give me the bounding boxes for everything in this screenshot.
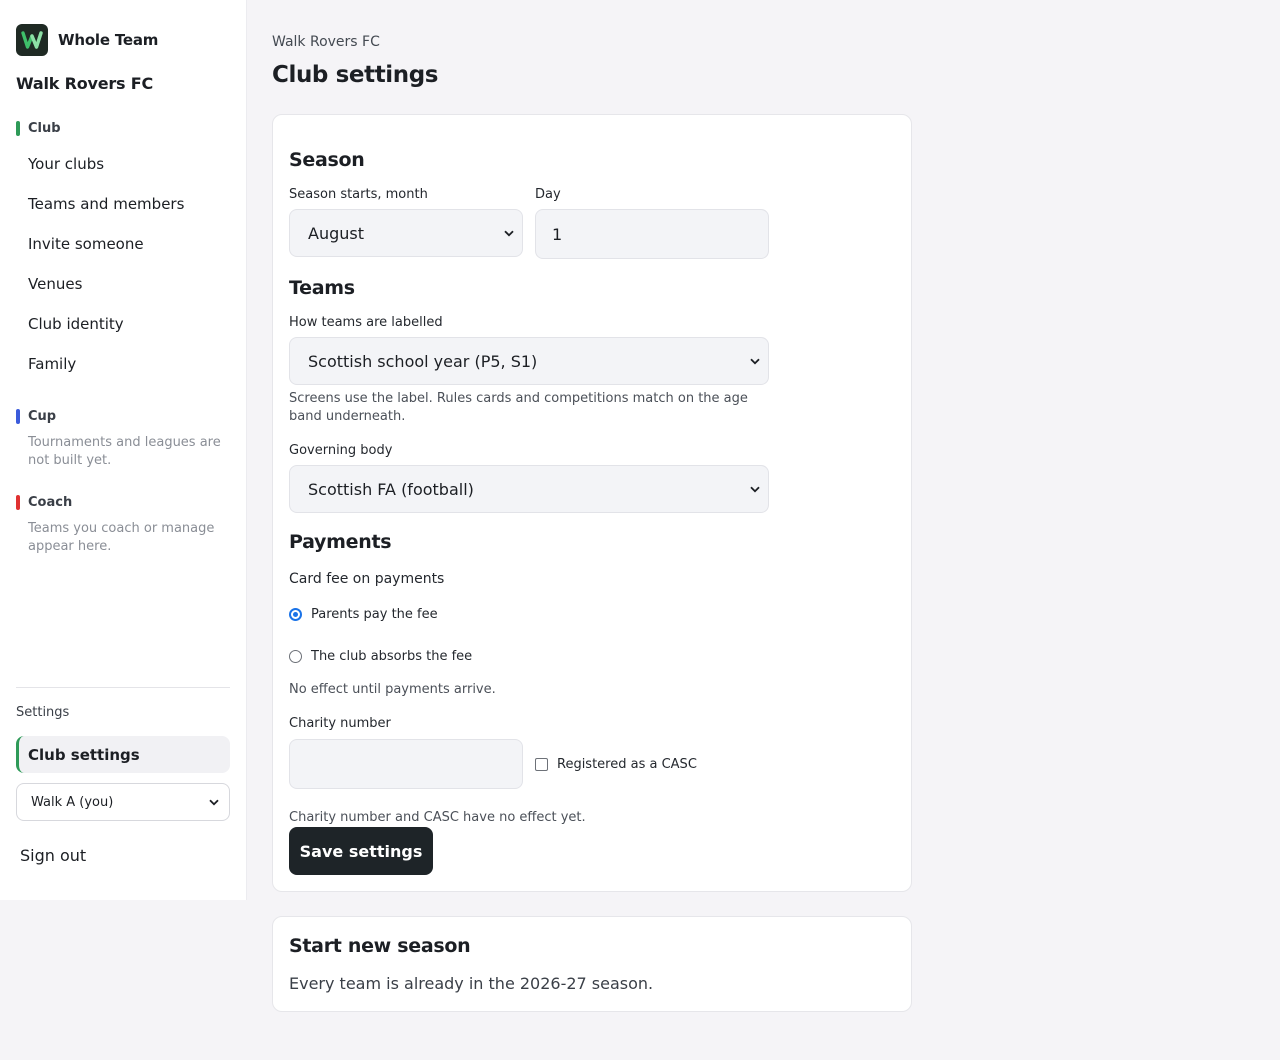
- breadcrumb[interactable]: Walk Rovers FC: [272, 34, 380, 50]
- chevron-down-icon: [750, 486, 760, 492]
- season-day-label: Day: [535, 187, 561, 202]
- page-title: Club settings: [272, 62, 439, 88]
- payments-heading: Payments: [289, 531, 392, 553]
- team-labelling-help: Screens use the label. Rules cards and c…: [289, 391, 748, 424]
- charity-number-label: Charity number: [289, 716, 391, 731]
- chevron-down-icon: [209, 799, 219, 805]
- casc-checkbox[interactable]: Registered as a CASC: [535, 757, 697, 772]
- sidebar-item-teams-and-members[interactable]: Teams and members: [28, 195, 184, 213]
- season-month-label: Season starts, month: [289, 187, 428, 202]
- radio-parents-pay-label: Parents pay the fee: [311, 607, 438, 622]
- season-heading: Season: [289, 149, 365, 171]
- sidebar-item-venues[interactable]: Venues: [28, 275, 82, 293]
- governing-body-label: Governing body: [289, 443, 393, 458]
- new-season-text: Every team is already in the 2026-27 sea…: [289, 974, 654, 993]
- teams-heading: Teams: [289, 277, 355, 299]
- chevron-down-icon: [504, 230, 514, 236]
- card-fee-label: Card fee on payments: [289, 571, 445, 587]
- chevron-down-icon: [750, 358, 760, 364]
- radio-selected-icon: [289, 608, 302, 621]
- user-select[interactable]: Walk A (you): [16, 783, 230, 821]
- charity-number-input[interactable]: [289, 739, 523, 789]
- section-cup-heading: Cup: [16, 409, 56, 424]
- charity-help: Charity number and CASC have no effect y…: [289, 810, 586, 825]
- radio-club-absorbs[interactable]: The club absorbs the fee: [289, 649, 472, 664]
- section-coach-heading: Coach: [16, 495, 72, 510]
- governing-body-select[interactable]: Scottish FA (football): [289, 465, 769, 513]
- season-day-input[interactable]: 1: [535, 209, 769, 259]
- governing-body-value: Scottish FA (football): [308, 479, 474, 499]
- club-name: Walk Rovers FC: [16, 74, 154, 93]
- payments-help: No effect until payments arrive.: [289, 682, 496, 697]
- team-labelling-label: How teams are labelled: [289, 315, 443, 330]
- team-labelling-select[interactable]: Scottish school year (P5, S1): [289, 337, 769, 385]
- radio-parents-pay[interactable]: Parents pay the fee: [289, 607, 438, 622]
- new-season-heading: Start new season: [289, 935, 471, 957]
- user-select-value: Walk A (you): [31, 794, 114, 810]
- brand[interactable]: Whole Team: [16, 24, 158, 56]
- sidebar-item-invite-someone[interactable]: Invite someone: [28, 235, 144, 253]
- whole-team-logo-icon: [16, 24, 48, 56]
- season-day-value: 1: [552, 224, 563, 244]
- cup-note: Tournaments and leagues are not built ye…: [28, 435, 221, 468]
- sidebar: Whole Team Walk Rovers FC Club Your club…: [0, 0, 247, 900]
- coach-note: Teams you coach or manage appear here.: [28, 521, 215, 554]
- team-labelling-value: Scottish school year (P5, S1): [308, 351, 538, 371]
- start-new-season-card: Start new season Every team is already i…: [272, 916, 912, 1012]
- sidebar-item-club-settings[interactable]: Club settings: [16, 736, 230, 773]
- sidebar-divider: [16, 687, 230, 688]
- casc-label: Registered as a CASC: [557, 757, 697, 772]
- sidebar-item-your-clubs[interactable]: Your clubs: [28, 155, 104, 173]
- season-month-value: August: [308, 223, 364, 243]
- section-club-heading: Club: [16, 121, 61, 136]
- season-month-select[interactable]: August: [289, 209, 523, 257]
- club-settings-card: Season Season starts, month August Day 1…: [272, 114, 912, 892]
- settings-label: Settings: [16, 705, 70, 720]
- sidebar-item-family[interactable]: Family: [28, 355, 76, 373]
- checkbox-icon: [535, 758, 548, 771]
- radio-club-absorbs-label: The club absorbs the fee: [311, 649, 473, 664]
- brand-name: Whole Team: [58, 31, 159, 49]
- radio-unselected-icon: [289, 650, 302, 663]
- sign-out-link[interactable]: Sign out: [20, 846, 86, 865]
- sidebar-item-label: Club settings: [28, 745, 140, 764]
- save-settings-button[interactable]: Save settings: [289, 827, 433, 875]
- sidebar-item-club-identity[interactable]: Club identity: [28, 315, 124, 333]
